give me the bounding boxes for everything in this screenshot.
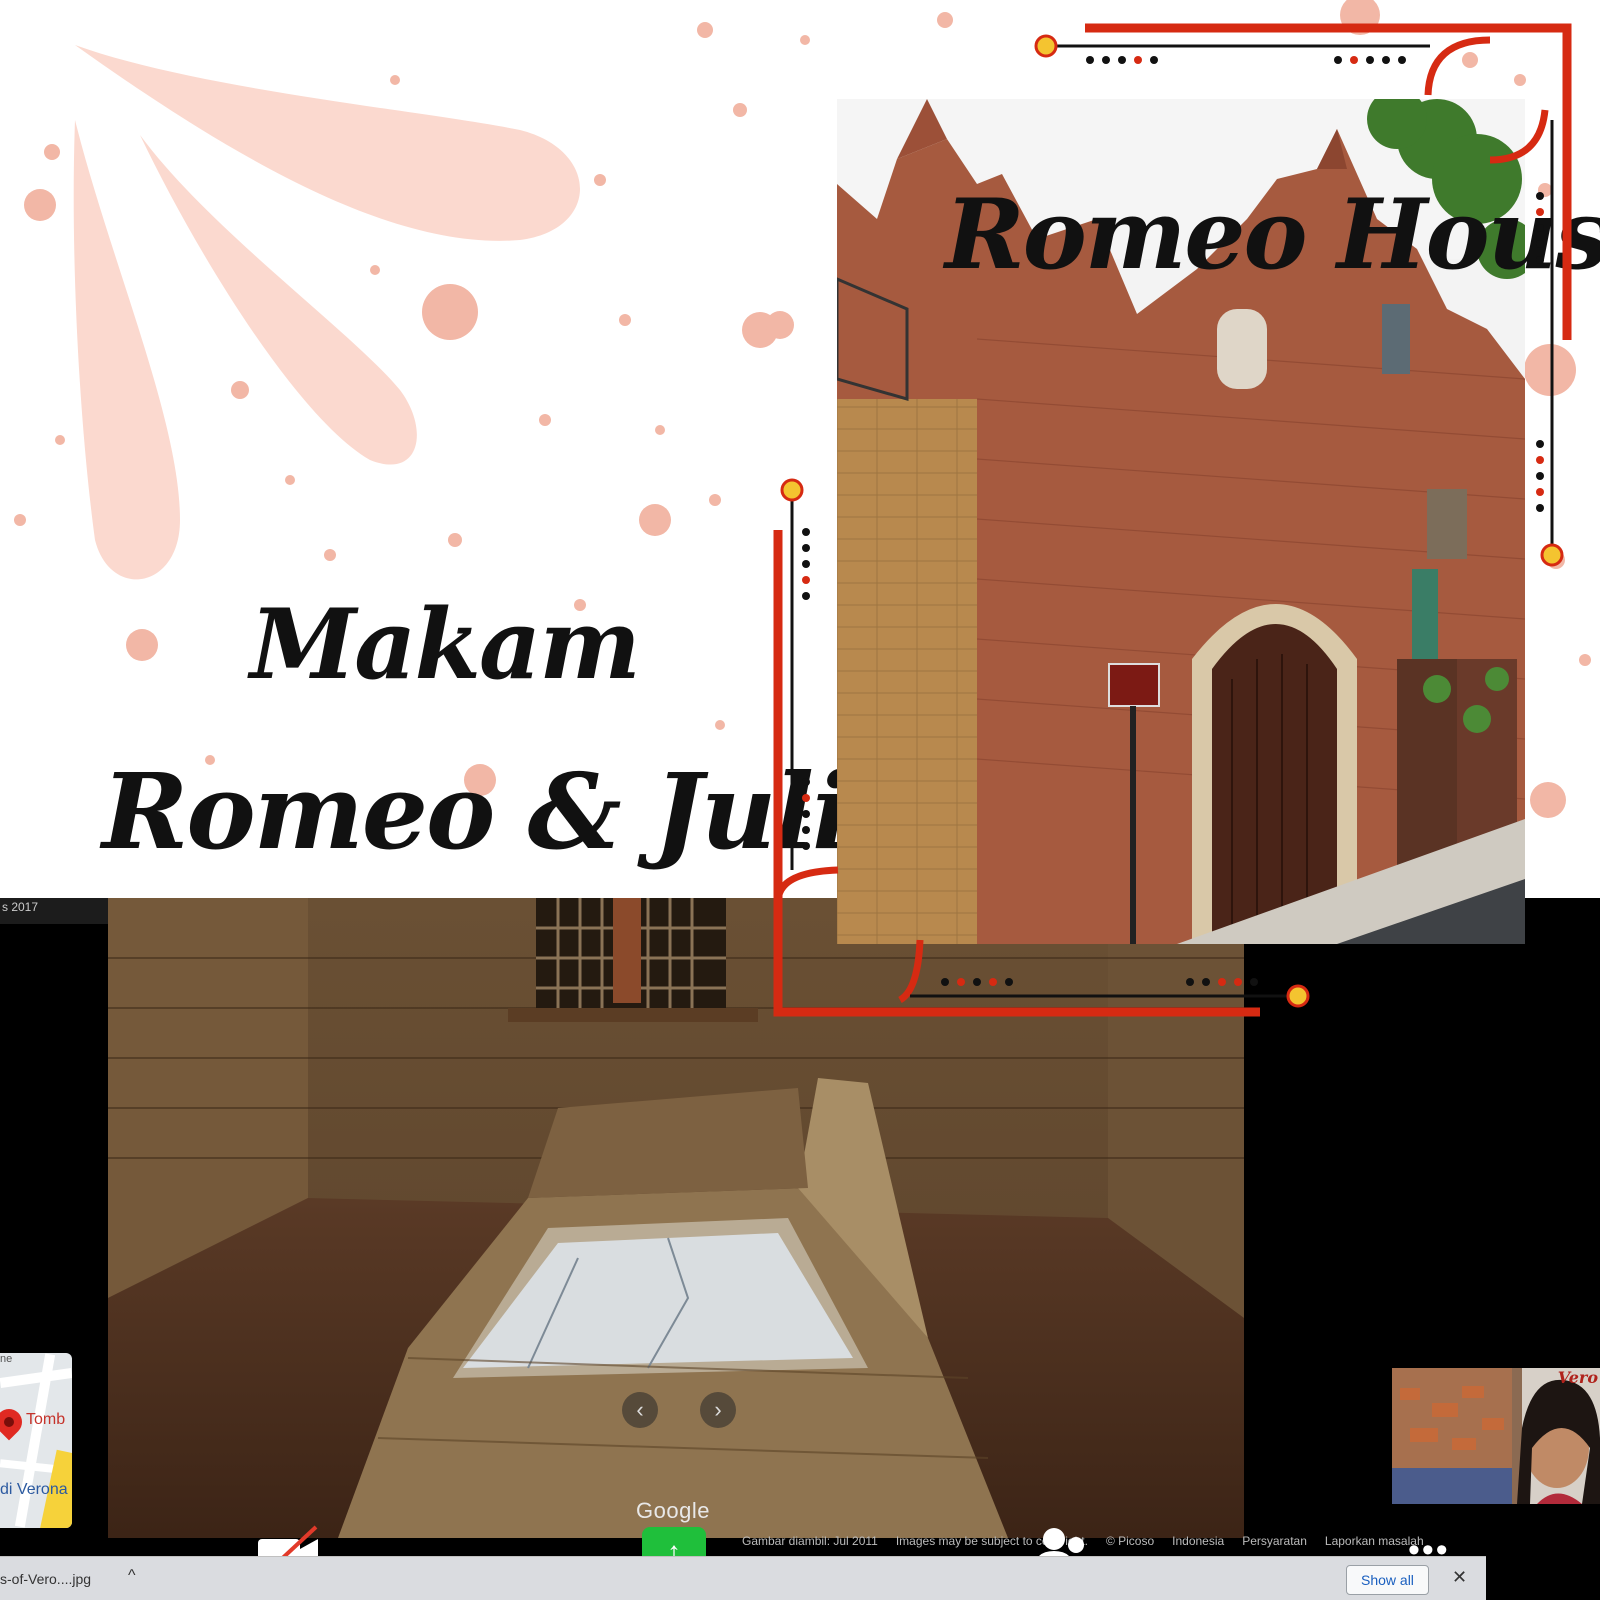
chevron-right-icon[interactable]: › — [700, 1392, 736, 1428]
show-all-button[interactable]: Show all — [1346, 1565, 1429, 1595]
footer-capture-date: Gambar diambil: Jul 2011 — [742, 1534, 878, 1548]
footer-terms[interactable]: Persyaratan — [1242, 1534, 1307, 1548]
participant-name: Vero — [1557, 1368, 1598, 1387]
chevron-left-icon[interactable]: ‹ — [622, 1392, 658, 1428]
google-logo: Google — [636, 1498, 710, 1523]
map-thumbnail[interactable]: ne Tomb di Verona — [0, 1353, 72, 1528]
title-romeo-house: Romeo House — [945, 178, 1600, 291]
download-bar: s-of-Vero....jpg ^ Show all ✕ — [0, 1556, 1486, 1600]
map-pin-icon — [0, 1403, 28, 1441]
title-romeo-juliet: Romeo & Juliet — [102, 750, 962, 873]
chevron-up-icon[interactable]: ^ — [128, 1567, 136, 1585]
title-makam: Makam — [250, 588, 641, 701]
download-file-name[interactable]: s-of-Vero....jpg — [0, 1571, 91, 1587]
video-call-area: s 2017 ne Tomb di Verona ‹ › Google Gamb… — [0, 898, 1600, 1600]
map-label-top: ne — [0, 1353, 13, 1365]
footer-author[interactable]: © Picoso — [1106, 1534, 1154, 1548]
footer-country[interactable]: Indonesia — [1172, 1534, 1224, 1548]
map-label-verona: di Verona — [0, 1481, 68, 1498]
close-icon[interactable]: ✕ — [1452, 1567, 1467, 1588]
street-view-tomb-image[interactable] — [108, 898, 1244, 1538]
participant-video-tile[interactable]: Vero — [1392, 1368, 1600, 1504]
map-label-tomb: Tomb — [26, 1411, 66, 1428]
